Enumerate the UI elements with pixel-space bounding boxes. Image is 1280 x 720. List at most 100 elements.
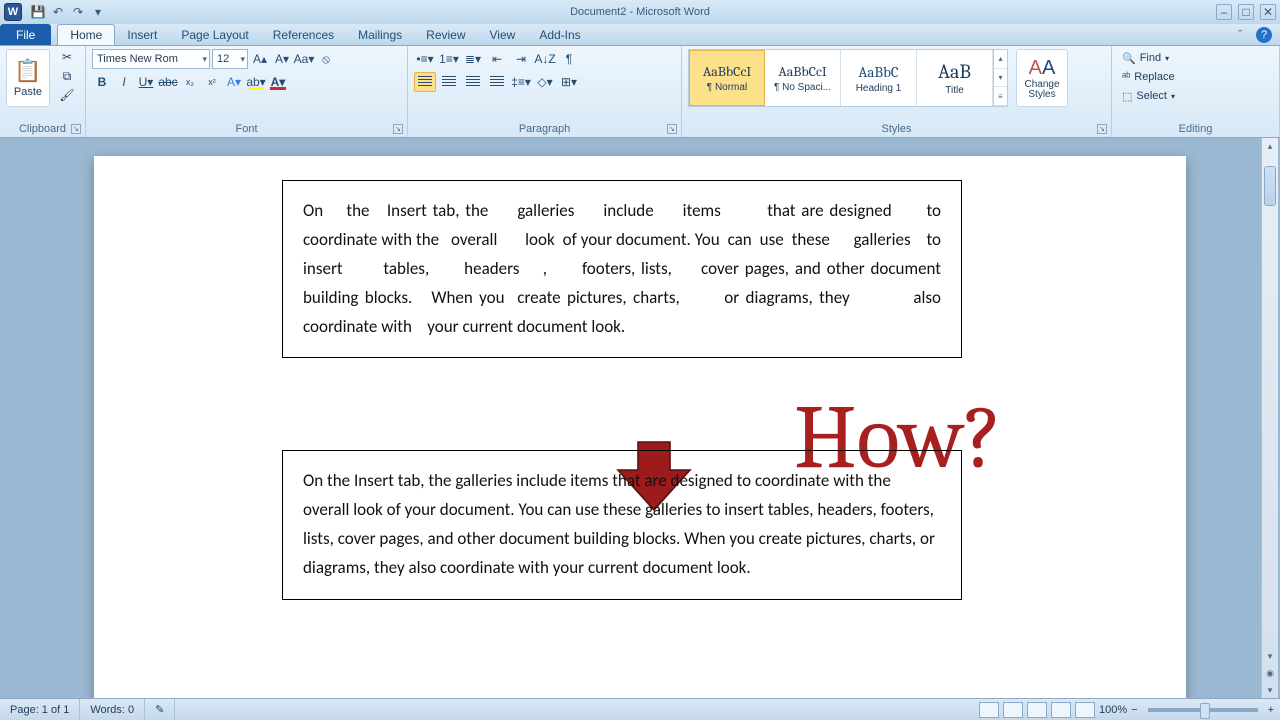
tab-view[interactable]: View: [478, 24, 528, 45]
tab-review[interactable]: Review: [414, 24, 477, 45]
sort-icon[interactable]: A↓Z: [534, 49, 556, 69]
document-page[interactable]: On the Insert tab, the galleries include…: [94, 156, 1186, 698]
multilevel-list-icon[interactable]: ≣▾: [462, 49, 484, 69]
select-button[interactable]: ⬚Select▾: [1118, 87, 1273, 105]
title-bar: W 💾 ↶ ↷ ▾ Document2 - Microsoft Word – □…: [0, 0, 1280, 24]
help-icon[interactable]: ?: [1256, 27, 1272, 43]
highlight-color-icon[interactable]: ab▾: [246, 72, 266, 92]
zoom-in-button[interactable]: +: [1268, 704, 1274, 716]
style-title[interactable]: AaB Title: [917, 50, 993, 106]
change-styles-button[interactable]: AA Change Styles: [1016, 49, 1068, 107]
font-dialog-launcher[interactable]: ↘: [393, 124, 403, 134]
styles-group-label: Styles: [688, 120, 1105, 137]
minimize-button[interactable]: –: [1216, 4, 1232, 20]
numbering-icon[interactable]: 1≡▾: [438, 49, 460, 69]
show-hide-icon[interactable]: ¶: [558, 49, 580, 69]
scroll-up-icon[interactable]: ▴: [1262, 138, 1278, 154]
zoom-slider[interactable]: [1148, 708, 1258, 712]
tab-mailings[interactable]: Mailings: [346, 24, 414, 45]
line-spacing-icon[interactable]: ‡≡▾: [510, 72, 532, 92]
prev-page-icon[interactable]: ◉: [1262, 665, 1278, 681]
tab-insert[interactable]: Insert: [115, 24, 169, 45]
paste-button[interactable]: 📋 Paste: [6, 49, 50, 107]
collapse-ribbon-icon[interactable]: ˆ: [1238, 27, 1242, 43]
italic-button[interactable]: I: [114, 72, 134, 92]
replace-button[interactable]: ᵃᵇReplace: [1118, 68, 1273, 86]
qat-dropdown-icon[interactable]: ▾: [90, 4, 106, 20]
status-page[interactable]: Page: 1 of 1: [0, 699, 80, 720]
view-print-layout-icon[interactable]: [979, 702, 999, 718]
group-font: Times New Rom 12 A▴ A▾ Aa▾ ⦸ B I U▾ abc …: [86, 46, 408, 137]
ribbon-tabs: File Home Insert Page Layout References …: [0, 24, 1280, 46]
group-styles: AaBbCcI ¶ Normal AaBbCcI ¶ No Spaci... A…: [682, 46, 1112, 137]
superscript-button[interactable]: x²: [202, 72, 222, 92]
clear-formatting-icon[interactable]: ⦸: [316, 49, 336, 69]
style-caption: Heading 1: [856, 83, 902, 94]
close-button[interactable]: ✕: [1260, 4, 1276, 20]
text-effects-icon[interactable]: A▾: [224, 72, 244, 92]
style-no-spacing[interactable]: AaBbCcI ¶ No Spaci...: [765, 50, 841, 106]
strikethrough-button[interactable]: abc: [158, 72, 178, 92]
paragraph-dialog-launcher[interactable]: ↘: [667, 124, 677, 134]
align-left-button[interactable]: [414, 72, 436, 92]
decrease-indent-icon[interactable]: ⇤: [486, 49, 508, 69]
copy-icon[interactable]: ⧉: [58, 68, 76, 84]
borders-icon[interactable]: ⊞▾: [558, 72, 580, 92]
style-caption: ¶ No Spaci...: [774, 82, 831, 93]
font-size-combo[interactable]: 12: [212, 49, 248, 69]
change-case-icon[interactable]: Aa▾: [294, 49, 314, 69]
justify-button[interactable]: [486, 72, 508, 92]
increase-indent-icon[interactable]: ⇥: [510, 49, 532, 69]
text-box-extra-spaces: On the Insert tab, the galleries include…: [282, 180, 962, 358]
styles-gallery-scroller: ▴ ▾ ≡: [993, 50, 1007, 106]
font-name-combo[interactable]: Times New Rom: [92, 49, 210, 69]
scroll-thumb[interactable]: [1264, 166, 1276, 206]
bullets-icon[interactable]: •≡▾: [414, 49, 436, 69]
next-page-icon[interactable]: ▾: [1262, 682, 1278, 698]
font-color-icon[interactable]: A▾: [268, 72, 288, 92]
zoom-out-button[interactable]: −: [1131, 704, 1137, 716]
view-draft-icon[interactable]: [1075, 702, 1095, 718]
underline-button[interactable]: U▾: [136, 72, 156, 92]
style-normal[interactable]: AaBbCcI ¶ Normal: [689, 50, 765, 106]
cut-icon[interactable]: ✂: [58, 49, 76, 65]
align-right-button[interactable]: [462, 72, 484, 92]
group-clipboard: 📋 Paste ✂ ⧉ 🖌 Clipboard ↘: [0, 46, 86, 137]
styles-dialog-launcher[interactable]: ↘: [1097, 124, 1107, 134]
tab-file[interactable]: File: [0, 24, 51, 45]
tab-page-layout[interactable]: Page Layout: [169, 24, 260, 45]
tab-home[interactable]: Home: [57, 24, 115, 45]
subscript-button[interactable]: x₂: [180, 72, 200, 92]
quick-access-toolbar: 💾 ↶ ↷ ▾: [30, 4, 106, 20]
gallery-down-icon[interactable]: ▾: [994, 69, 1007, 88]
gallery-more-icon[interactable]: ≡: [994, 87, 1007, 106]
styles-gallery: AaBbCcI ¶ Normal AaBbCcI ¶ No Spaci... A…: [688, 49, 1008, 107]
shading-icon[interactable]: ◇▾: [534, 72, 556, 92]
redo-icon[interactable]: ↷: [70, 4, 86, 20]
bold-button[interactable]: B: [92, 72, 112, 92]
style-heading-1[interactable]: AaBbC Heading 1: [841, 50, 917, 106]
shrink-font-icon[interactable]: A▾: [272, 49, 292, 69]
find-button[interactable]: 🔍Find▾: [1118, 49, 1273, 67]
format-painter-icon[interactable]: 🖌: [58, 87, 76, 103]
grow-font-icon[interactable]: A▴: [250, 49, 270, 69]
undo-icon[interactable]: ↶: [50, 4, 66, 20]
save-icon[interactable]: 💾: [30, 4, 46, 20]
restore-button[interactable]: □: [1238, 4, 1254, 20]
gallery-up-icon[interactable]: ▴: [994, 50, 1007, 69]
document-title: Document2 - Microsoft Word: [0, 6, 1280, 18]
view-outline-icon[interactable]: [1051, 702, 1071, 718]
vertical-scrollbar[interactable]: ▴ ▾ ◉ ▾: [1261, 138, 1278, 698]
align-center-button[interactable]: [438, 72, 460, 92]
ribbon: 📋 Paste ✂ ⧉ 🖌 Clipboard ↘ Times New Rom …: [0, 46, 1280, 138]
tab-references[interactable]: References: [261, 24, 346, 45]
clipboard-dialog-launcher[interactable]: ↘: [71, 124, 81, 134]
tab-addins[interactable]: Add-Ins: [527, 24, 592, 45]
status-proofing-icon[interactable]: ✎: [145, 699, 175, 720]
view-full-screen-icon[interactable]: [1003, 702, 1023, 718]
scroll-down-icon[interactable]: ▾: [1262, 648, 1278, 664]
zoom-level[interactable]: 100%: [1099, 704, 1127, 716]
style-preview: AaBbCcI: [778, 63, 826, 80]
status-words[interactable]: Words: 0: [80, 699, 145, 720]
view-web-layout-icon[interactable]: [1027, 702, 1047, 718]
